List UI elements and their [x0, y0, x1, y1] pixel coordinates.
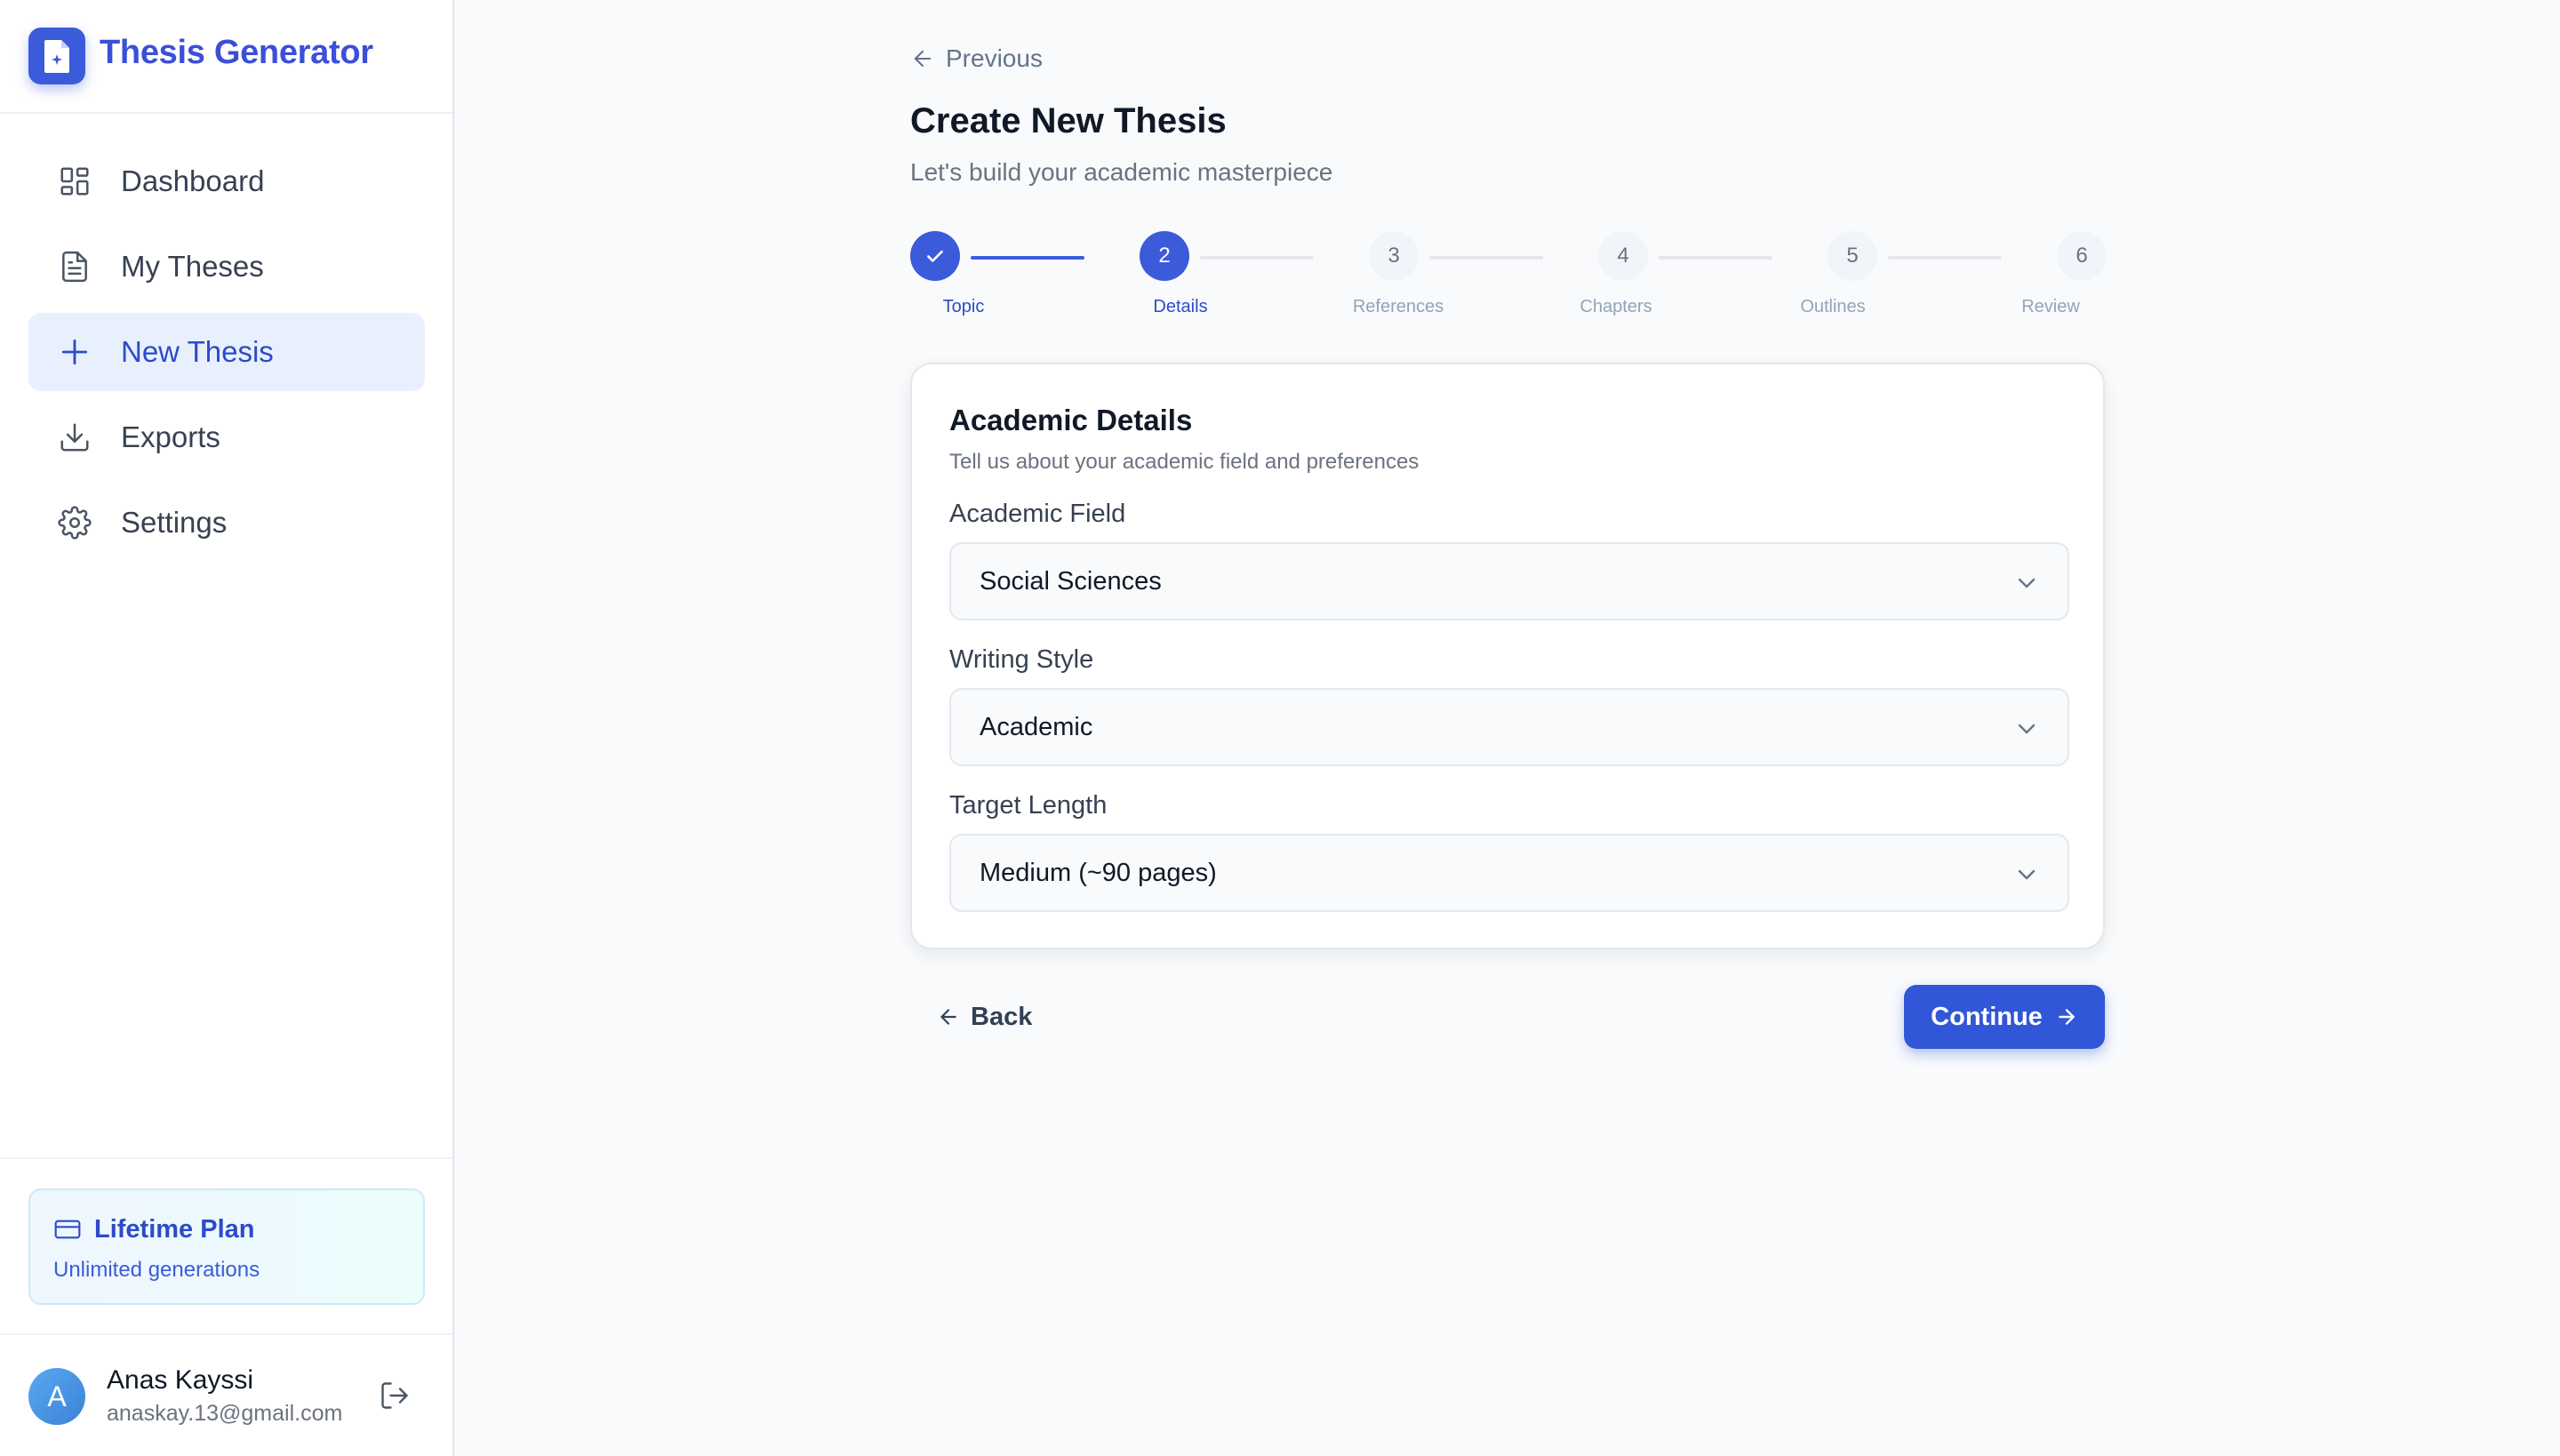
- sidebar-item-label: My Theses: [121, 250, 264, 283]
- step-label-chapters: Chapters: [1580, 297, 1652, 316]
- step-connector: [1659, 256, 1772, 260]
- step-label-details: Details: [1153, 297, 1208, 316]
- plan-card[interactable]: Lifetime Plan Unlimited generations: [28, 1188, 425, 1305]
- continue-button[interactable]: Continue: [1904, 985, 2105, 1049]
- step-topic[interactable]: [910, 231, 960, 281]
- academic-details-card: Academic Details Tell us about your acad…: [910, 363, 2105, 949]
- select-value: Social Sciences: [980, 567, 1162, 596]
- arrow-right-icon: [2059, 1009, 2075, 1025]
- step-label-review: Review: [2021, 297, 2080, 316]
- step-connector: [1429, 256, 1543, 260]
- step-details[interactable]: 2: [1140, 231, 1189, 281]
- page-subtitle: Let's build your academic masterpiece: [910, 158, 1333, 186]
- app-title[interactable]: Thesis Generator: [100, 34, 373, 72]
- app-logo-icon[interactable]: [28, 28, 85, 84]
- plus-icon: [57, 334, 92, 370]
- sidebar: Thesis Generator Dashboard My Theses New…: [0, 0, 454, 1456]
- back-label: Back: [971, 1002, 1033, 1031]
- avatar[interactable]: A: [28, 1368, 85, 1425]
- logout-icon[interactable]: [379, 1380, 414, 1415]
- continue-label: Continue: [1931, 1002, 2043, 1031]
- back-button[interactable]: Back: [937, 999, 1032, 1035]
- sidebar-nav: Dashboard My Theses New Thesis Exports S…: [28, 142, 425, 569]
- plan-subtitle: Unlimited generations: [53, 1258, 260, 1282]
- page-title: Create New Thesis: [910, 101, 1227, 140]
- step-label-references: References: [1352, 297, 1444, 316]
- target-length-select[interactable]: Medium (~90 pages): [949, 834, 2069, 912]
- credit-card-icon: [53, 1217, 82, 1246]
- writing-style-label: Writing Style: [949, 645, 1094, 674]
- arrow-left-icon: [914, 50, 932, 68]
- user-name: Anas Kayssi: [107, 1365, 254, 1395]
- gear-icon: [57, 505, 92, 540]
- step-connector: [1200, 256, 1314, 260]
- chevron-down-icon: [2018, 724, 2036, 734]
- dashboard-icon: [57, 164, 92, 199]
- brand-header: Thesis Generator: [0, 0, 452, 114]
- step-label-outlines: Outlines: [1800, 297, 1866, 316]
- sidebar-item-label: Settings: [121, 506, 228, 539]
- sidebar-item-new-thesis[interactable]: New Thesis: [28, 313, 425, 391]
- sidebar-item-label: New Thesis: [121, 335, 274, 368]
- plan-title: Lifetime Plan: [94, 1215, 255, 1244]
- sidebar-item-label: Exports: [121, 420, 220, 453]
- select-value: Medium (~90 pages): [980, 859, 1217, 887]
- academic-field-select[interactable]: Social Sciences: [949, 542, 2069, 620]
- download-icon: [57, 420, 92, 455]
- academic-field-label: Academic Field: [949, 500, 1126, 528]
- sidebar-item-label: Dashboard: [121, 164, 265, 197]
- step-review[interactable]: 6: [2057, 231, 2107, 281]
- stepper: 2 3 4 5 6 Topic Details References Chapt…: [910, 231, 2107, 329]
- divider: [0, 1157, 452, 1159]
- select-value: Academic: [980, 713, 1093, 741]
- card-title: Academic Details: [949, 404, 1193, 436]
- sidebar-item-settings[interactable]: Settings: [28, 484, 425, 562]
- sidebar-item-my-theses[interactable]: My Theses: [28, 228, 425, 306]
- chevron-down-icon: [2018, 578, 2036, 588]
- writing-style-select[interactable]: Academic: [949, 688, 2069, 766]
- check-icon: [927, 250, 943, 262]
- target-length-label: Target Length: [949, 791, 1108, 820]
- step-chapters[interactable]: 4: [1598, 231, 1648, 281]
- arrow-left-icon: [940, 1009, 956, 1025]
- card-subtitle: Tell us about your academic field and pr…: [949, 450, 1420, 474]
- previous-link[interactable]: Previous: [910, 43, 1043, 75]
- sidebar-item-exports[interactable]: Exports: [28, 398, 425, 476]
- user-email: anaskay.13@gmail.com: [107, 1401, 343, 1426]
- step-connector: [1888, 256, 2002, 260]
- step-label-topic: Topic: [942, 297, 985, 316]
- previous-label: Previous: [946, 44, 1043, 72]
- step-outlines[interactable]: 5: [1828, 231, 1877, 281]
- divider: [0, 1333, 452, 1335]
- step-references[interactable]: 3: [1369, 231, 1419, 281]
- document-icon: [57, 249, 92, 284]
- chevron-down-icon: [2018, 869, 2036, 880]
- sidebar-item-dashboard[interactable]: Dashboard: [28, 142, 425, 220]
- step-connector: [971, 256, 1084, 260]
